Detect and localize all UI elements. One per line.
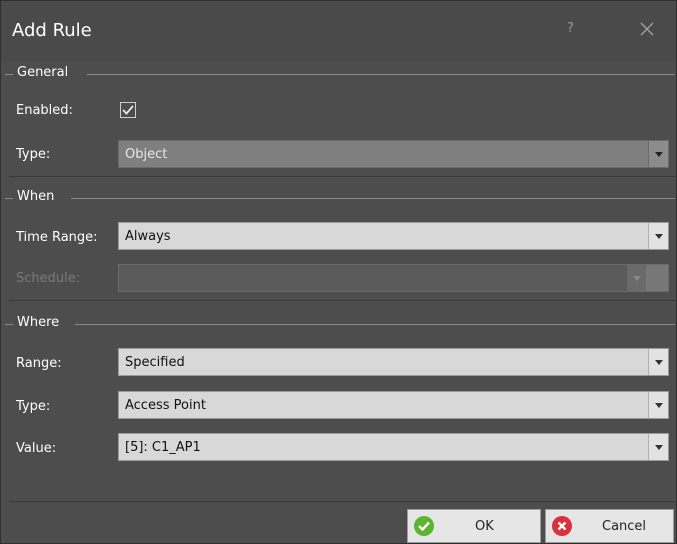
add-rule-dialog: Add Rule ? General Enabled: Type: Object… bbox=[0, 0, 677, 544]
schedule-browse-button bbox=[646, 265, 668, 291]
time-range-label: Time Range: bbox=[16, 230, 98, 245]
general-group-header: General bbox=[5, 65, 675, 81]
ok-button-label: OK bbox=[475, 519, 494, 534]
dialog-title: Add Rule bbox=[12, 20, 92, 41]
when-group-label: When bbox=[17, 189, 55, 204]
general-group-label: General bbox=[17, 65, 69, 80]
time-range-value: Always bbox=[125, 229, 171, 244]
value-value: [5]: C1_AP1 bbox=[125, 440, 201, 455]
where-type-value: Access Point bbox=[125, 398, 206, 413]
where-group-header: Where bbox=[5, 315, 675, 331]
cancel-button[interactable]: Cancel bbox=[545, 509, 674, 543]
chevron-down-icon[interactable] bbox=[648, 223, 668, 249]
general-type-label: Type: bbox=[16, 147, 51, 162]
chevron-down-icon[interactable] bbox=[648, 434, 668, 460]
checkmark-icon bbox=[122, 105, 134, 115]
enabled-checkbox[interactable] bbox=[120, 102, 136, 118]
time-range-select[interactable]: Always bbox=[118, 222, 669, 250]
title-bar[interactable]: Add Rule ? bbox=[1, 1, 676, 61]
where-group-label: Where bbox=[17, 315, 60, 330]
when-group-header: When bbox=[5, 189, 675, 205]
cancel-button-label: Cancel bbox=[602, 519, 647, 534]
checkmark-circle-icon bbox=[414, 516, 434, 536]
value-select[interactable]: [5]: C1_AP1 bbox=[118, 433, 669, 461]
enabled-label: Enabled: bbox=[16, 103, 73, 118]
help-icon[interactable]: ? bbox=[567, 21, 574, 36]
value-label: Value: bbox=[16, 441, 57, 456]
close-icon[interactable] bbox=[637, 19, 657, 39]
divider bbox=[9, 501, 677, 502]
where-type-label: Type: bbox=[16, 399, 51, 414]
general-type-select[interactable]: Object bbox=[118, 140, 669, 168]
chevron-down-icon bbox=[626, 265, 646, 291]
ok-button[interactable]: OK bbox=[407, 509, 541, 543]
chevron-down-icon[interactable] bbox=[648, 349, 668, 375]
range-value: Specified bbox=[125, 355, 185, 370]
cancel-circle-icon bbox=[552, 516, 572, 536]
range-select[interactable]: Specified bbox=[118, 348, 669, 376]
chevron-down-icon[interactable] bbox=[648, 141, 668, 167]
general-type-value: Object bbox=[125, 147, 168, 162]
range-label: Range: bbox=[16, 356, 62, 371]
schedule-label: Schedule: bbox=[16, 271, 81, 286]
divider bbox=[9, 300, 677, 301]
chevron-down-icon[interactable] bbox=[648, 392, 668, 418]
divider bbox=[9, 176, 677, 177]
schedule-select bbox=[118, 264, 669, 292]
where-type-select[interactable]: Access Point bbox=[118, 391, 669, 419]
